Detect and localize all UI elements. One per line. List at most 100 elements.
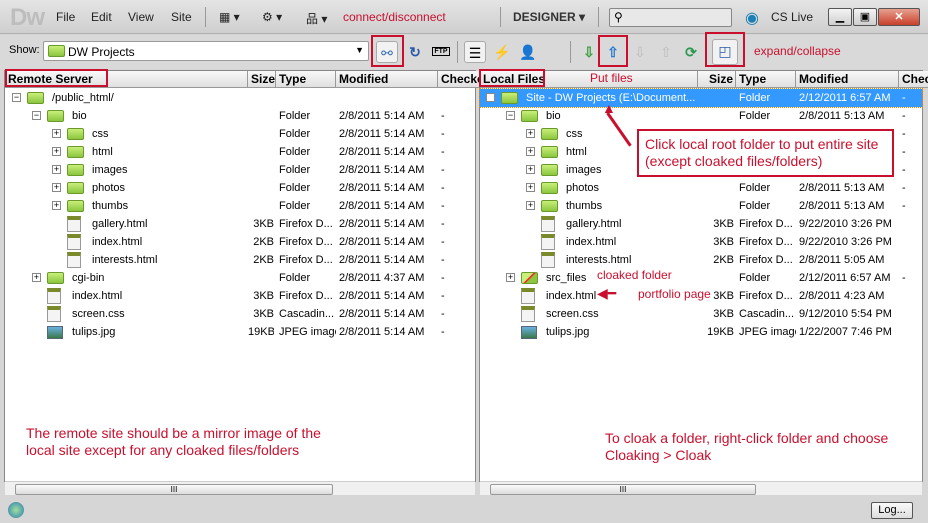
file-row[interactable]: interests.html 2KB Firefox D... 2/8/2011 5:… bbox=[5, 251, 475, 269]
file-row[interactable]: index.html 3KB Firefox D... 2/8/2011 5:14 A… bbox=[5, 287, 475, 305]
site-select[interactable]: DW Projects ▼ bbox=[43, 41, 369, 61]
file-row[interactable]: + src_files Folder 2/12/2011 6:57 AM - bbox=[480, 269, 922, 287]
expand-icon[interactable]: + bbox=[52, 129, 61, 138]
cs-live-button[interactable]: CS Live bbox=[771, 10, 813, 24]
site-files-icon[interactable]: ☰ bbox=[464, 41, 486, 63]
folder-icon bbox=[67, 146, 84, 158]
expand-icon[interactable]: + bbox=[526, 147, 535, 156]
expand-icon[interactable]: + bbox=[526, 201, 535, 210]
file-row[interactable]: + thumbs Folder 2/8/2011 5:13 AM - bbox=[480, 197, 922, 215]
file-type: Folder bbox=[279, 164, 311, 176]
file-row[interactable]: index.html 3KB Firefox D... 9/22/2010 3:26 … bbox=[480, 233, 922, 251]
folder-icon bbox=[501, 92, 518, 104]
maximize-button[interactable]: ▣ bbox=[853, 8, 877, 26]
connect-icon[interactable]: ⚯ bbox=[376, 41, 398, 63]
minimize-button[interactable]: ▁ bbox=[828, 8, 852, 26]
expand-icon[interactable]: + bbox=[52, 147, 61, 156]
file-row[interactable]: tulips.jpg 19KB JPEG image 1/22/2007 7:46 P… bbox=[480, 323, 922, 341]
check-out-icon[interactable]: ⇩ bbox=[629, 41, 651, 63]
file-row[interactable]: + html Folder 2/8/2011 5:14 AM - bbox=[5, 143, 475, 161]
globe-icon bbox=[8, 502, 24, 518]
scroll-thumb[interactable]: III bbox=[15, 484, 333, 495]
file-row[interactable]: tulips.jpg 19KB JPEG image 2/8/2011 5:14 AM… bbox=[5, 323, 475, 341]
refresh-icon[interactable]: ↻ bbox=[404, 41, 426, 63]
expand-icon[interactable]: + bbox=[526, 129, 535, 138]
file-row[interactable]: gallery.html 3KB Firefox D... 9/22/2010 3:2… bbox=[480, 215, 922, 233]
expand-icon[interactable]: + bbox=[526, 183, 535, 192]
column-header[interactable]: Size bbox=[248, 71, 276, 88]
column-header[interactable]: Modified bbox=[796, 71, 899, 88]
expand-icon[interactable]: + bbox=[526, 165, 535, 174]
file-row[interactable]: + cgi-bin Folder 2/8/2011 4:37 AM - bbox=[5, 269, 475, 287]
synchronize-icon[interactable]: ⟳ bbox=[680, 41, 702, 63]
search-input[interactable]: ⚲ bbox=[609, 8, 732, 27]
file-row[interactable]: − Site - DW Projects (E:\Document... Folde… bbox=[479, 88, 923, 108]
folder-icon bbox=[47, 272, 64, 284]
file-row[interactable]: + images Folder 2/8/2011 5:14 AM - bbox=[5, 161, 475, 179]
folder-icon bbox=[27, 92, 44, 104]
log-button[interactable]: Log... bbox=[871, 502, 913, 519]
testing-server-icon[interactable]: ⚡ bbox=[491, 41, 513, 63]
file-size: 19KB bbox=[707, 326, 734, 338]
workspace-switcher[interactable]: DESIGNER ▾ bbox=[513, 10, 585, 24]
cs-live-icon: ◉ bbox=[745, 10, 759, 27]
ftp-log-icon[interactable]: FTP bbox=[430, 41, 452, 63]
local-header-highlight bbox=[479, 69, 545, 87]
file-row[interactable]: screen.css 3KB Cascadin... 9/12/2010 5:54 P… bbox=[480, 305, 922, 323]
file-row[interactable]: screen.css 3KB Cascadin... 2/8/2011 5:14 AM… bbox=[5, 305, 475, 323]
expand-icon[interactable]: + bbox=[506, 273, 515, 282]
menu-site[interactable]: Site bbox=[171, 10, 192, 24]
file-name: gallery.html bbox=[92, 218, 148, 230]
menu-view[interactable]: View bbox=[128, 10, 154, 24]
check-in-icon[interactable]: ⇧ bbox=[655, 41, 677, 63]
repository-icon[interactable]: 👤 bbox=[517, 41, 539, 63]
column-header[interactable]: Size bbox=[698, 71, 736, 88]
file-row[interactable]: interests.html 2KB Firefox D... 2/8/2011 5:… bbox=[480, 251, 922, 269]
folder-icon bbox=[47, 110, 64, 122]
column-header[interactable]: Type bbox=[276, 71, 336, 88]
file-modified: 2/8/2011 4:23 AM bbox=[799, 290, 885, 302]
expand-collapse-icon[interactable]: ◰ bbox=[712, 39, 738, 65]
gear-icon[interactable]: ⚙ ▾ bbox=[262, 10, 282, 24]
expand-icon[interactable]: + bbox=[52, 201, 61, 210]
expand-icon[interactable]: + bbox=[52, 165, 61, 174]
column-header[interactable]: Checked Out bbox=[899, 71, 928, 88]
scroll-thumb[interactable]: III bbox=[490, 484, 756, 495]
menu-edit[interactable]: Edit bbox=[91, 10, 112, 24]
site-map-icon[interactable]: 品 ▾ bbox=[306, 10, 327, 27]
file-size: 3KB bbox=[713, 218, 734, 230]
layout-icon[interactable]: ▦ ▾ bbox=[219, 10, 240, 24]
file-row[interactable]: index.html 2KB Firefox D... 2/8/2011 5:14 A… bbox=[5, 233, 475, 251]
collapse-icon[interactable]: − bbox=[506, 111, 515, 120]
expand-icon[interactable]: + bbox=[32, 273, 41, 282]
file-row[interactable]: + photos Folder 2/8/2011 5:14 AM - bbox=[5, 179, 475, 197]
file-row[interactable]: + photos Folder 2/8/2011 5:13 AM - bbox=[480, 179, 922, 197]
remote-hscrollbar[interactable]: III bbox=[5, 481, 475, 495]
column-header[interactable]: Type bbox=[736, 71, 796, 88]
html-file-icon bbox=[541, 234, 555, 250]
file-modified: 2/8/2011 5:13 AM bbox=[799, 200, 885, 212]
menu-file[interactable]: File bbox=[56, 10, 75, 24]
file-row[interactable]: + thumbs Folder 2/8/2011 5:14 AM - bbox=[5, 197, 475, 215]
column-header[interactable]: Modified bbox=[336, 71, 438, 88]
file-row[interactable]: + css Folder 2/8/2011 5:14 AM - bbox=[5, 125, 475, 143]
file-row[interactable]: − /public_html/ bbox=[5, 89, 475, 107]
portfolio-annotation: portfolio page bbox=[638, 287, 711, 301]
connect-annotation: connect/disconnect bbox=[343, 10, 446, 24]
file-row[interactable]: − bio Folder 2/8/2011 5:13 AM - bbox=[480, 107, 922, 125]
collapse-icon[interactable]: − bbox=[486, 93, 495, 102]
expand-icon[interactable]: + bbox=[52, 183, 61, 192]
local-hscrollbar[interactable]: III bbox=[480, 481, 922, 495]
file-row[interactable]: gallery.html 3KB Firefox D... 2/8/2011 5:14… bbox=[5, 215, 475, 233]
file-row[interactable]: − bio Folder 2/8/2011 5:14 AM - bbox=[5, 107, 475, 125]
put-icon[interactable]: ⇧ bbox=[602, 41, 624, 63]
file-size: 2KB bbox=[713, 254, 734, 266]
file-modified: 2/8/2011 5:14 AM bbox=[339, 236, 425, 248]
get-icon[interactable]: ⇩ bbox=[578, 41, 600, 63]
collapse-icon[interactable]: − bbox=[12, 93, 21, 102]
file-check: - bbox=[902, 146, 906, 158]
divider bbox=[598, 7, 599, 27]
collapse-icon[interactable]: − bbox=[32, 111, 41, 120]
close-button[interactable]: ✕ bbox=[878, 8, 920, 26]
file-check: - bbox=[902, 272, 906, 284]
